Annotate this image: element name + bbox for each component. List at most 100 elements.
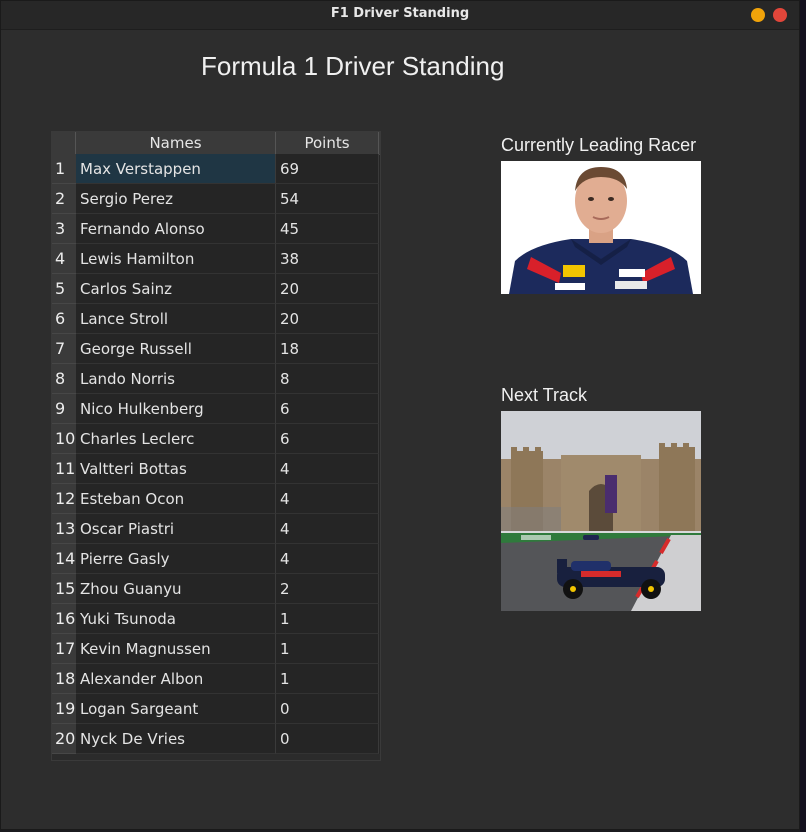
points-cell[interactable]: 1 <box>276 634 379 664</box>
race-track-image <box>501 411 701 611</box>
driver-name-cell[interactable]: Nyck De Vries <box>76 724 276 754</box>
table-body: 1 Max Verstappen 69 2 Sergio Perez 54 3 Fernand… <box>52 154 380 754</box>
driver-name-cell[interactable]: Sergio Perez <box>76 184 276 214</box>
points-cell[interactable]: 6 <box>276 394 379 424</box>
standings-table[interactable]: Names Points 1 Max Verstappen 69 2 Sergio Pe… <box>51 131 381 761</box>
points-cell[interactable]: 6 <box>276 424 379 454</box>
row-header[interactable]: 19 <box>52 694 76 724</box>
table-header: Names Points <box>52 132 380 155</box>
desktop-background <box>800 0 806 832</box>
table-row[interactable]: 18 Alexander Albon 1 <box>52 664 380 694</box>
points-cell[interactable]: 8 <box>276 364 379 394</box>
table-row[interactable]: 7 George Russell 18 <box>52 334 380 364</box>
driver-name-cell[interactable]: Fernando Alonso <box>76 214 276 244</box>
table-row[interactable]: 14 Pierre Gasly 4 <box>52 544 380 574</box>
points-cell[interactable]: 1 <box>276 664 379 694</box>
table-row[interactable]: 17 Kevin Magnussen 1 <box>52 634 380 664</box>
points-cell[interactable]: 54 <box>276 184 379 214</box>
driver-name-cell[interactable]: Zhou Guanyu <box>76 574 276 604</box>
driver-name-cell[interactable]: Lando Norris <box>76 364 276 394</box>
row-header[interactable]: 12 <box>52 484 76 514</box>
driver-name-cell[interactable]: Alexander Albon <box>76 664 276 694</box>
minimize-button[interactable] <box>751 8 765 22</box>
points-cell[interactable]: 0 <box>276 694 379 724</box>
points-cell[interactable]: 69 <box>276 154 379 184</box>
row-header[interactable]: 18 <box>52 664 76 694</box>
row-header[interactable]: 5 <box>52 274 76 304</box>
points-cell[interactable]: 20 <box>276 304 379 334</box>
window-title: F1 Driver Standing <box>330 6 470 21</box>
row-header[interactable]: 7 <box>52 334 76 364</box>
row-header[interactable]: 4 <box>52 244 76 274</box>
driver-name-cell[interactable]: Logan Sargeant <box>76 694 276 724</box>
points-cell[interactable]: 0 <box>276 724 379 754</box>
driver-name-cell[interactable]: Valtteri Bottas <box>76 454 276 484</box>
row-header[interactable]: 20 <box>52 724 76 754</box>
row-header[interactable]: 9 <box>52 394 76 424</box>
row-header[interactable]: 11 <box>52 454 76 484</box>
table-row[interactable]: 13 Oscar Piastri 4 <box>52 514 380 544</box>
leader-photo <box>501 161 701 294</box>
row-header[interactable]: 16 <box>52 604 76 634</box>
table-row[interactable]: 4 Lewis Hamilton 38 <box>52 244 380 274</box>
table-footer <box>52 754 380 760</box>
driver-name-cell[interactable]: Lance Stroll <box>76 304 276 334</box>
row-header[interactable]: 2 <box>52 184 76 214</box>
app-window: F1 Driver Standing Formula 1 Driver Stan… <box>0 0 800 830</box>
driver-name-cell[interactable]: Pierre Gasly <box>76 544 276 574</box>
table-row[interactable]: 3 Fernando Alonso 45 <box>52 214 380 244</box>
row-header[interactable]: 3 <box>52 214 76 244</box>
next-track-photo <box>501 411 701 611</box>
driver-name-cell[interactable]: Charles Leclerc <box>76 424 276 454</box>
table-row[interactable]: 16 Yuki Tsunoda 1 <box>52 604 380 634</box>
close-button[interactable] <box>773 8 787 22</box>
table-row[interactable]: 15 Zhou Guanyu 2 <box>52 574 380 604</box>
points-cell[interactable]: 20 <box>276 274 379 304</box>
row-header[interactable]: 17 <box>52 634 76 664</box>
points-cell[interactable]: 38 <box>276 244 379 274</box>
column-header-names[interactable]: Names <box>76 132 276 154</box>
table-row[interactable]: 1 Max Verstappen 69 <box>52 154 380 184</box>
table-row[interactable]: 8 Lando Norris 8 <box>52 364 380 394</box>
column-header-points[interactable]: Points <box>276 132 379 154</box>
table-row[interactable]: 9 Nico Hulkenberg 6 <box>52 394 380 424</box>
racer-portrait-image <box>501 161 701 294</box>
table-row[interactable]: 11 Valtteri Bottas 4 <box>52 454 380 484</box>
table-corner-button[interactable] <box>52 132 76 154</box>
page-title: Formula 1 Driver Standing <box>201 51 505 81</box>
points-cell[interactable]: 45 <box>276 214 379 244</box>
table-row[interactable]: 6 Lance Stroll 20 <box>52 304 380 334</box>
driver-name-cell[interactable]: Oscar Piastri <box>76 514 276 544</box>
table-row[interactable]: 2 Sergio Perez 54 <box>52 184 380 214</box>
driver-name-cell[interactable]: Lewis Hamilton <box>76 244 276 274</box>
table-row[interactable]: 12 Esteban Ocon 4 <box>52 484 380 514</box>
driver-name-cell[interactable]: Max Verstappen <box>76 154 276 184</box>
row-header[interactable]: 14 <box>52 544 76 574</box>
points-cell[interactable]: 4 <box>276 514 379 544</box>
row-header[interactable]: 8 <box>52 364 76 394</box>
points-cell[interactable]: 4 <box>276 484 379 514</box>
row-header[interactable]: 6 <box>52 304 76 334</box>
row-header[interactable]: 1 <box>52 154 76 184</box>
driver-name-cell[interactable]: Yuki Tsunoda <box>76 604 276 634</box>
points-cell[interactable]: 4 <box>276 454 379 484</box>
table-row[interactable]: 19 Logan Sargeant 0 <box>52 694 380 724</box>
points-cell[interactable]: 1 <box>276 604 379 634</box>
driver-name-cell[interactable]: Carlos Sainz <box>76 274 276 304</box>
title-bar[interactable]: F1 Driver Standing <box>1 1 799 30</box>
driver-name-cell[interactable]: Nico Hulkenberg <box>76 394 276 424</box>
points-cell[interactable]: 2 <box>276 574 379 604</box>
next-track-label: Next Track <box>501 385 588 405</box>
row-header[interactable]: 10 <box>52 424 76 454</box>
table-row[interactable]: 20 Nyck De Vries 0 <box>52 724 380 754</box>
row-header[interactable]: 15 <box>52 574 76 604</box>
row-header[interactable]: 13 <box>52 514 76 544</box>
points-cell[interactable]: 18 <box>276 334 379 364</box>
table-row[interactable]: 5 Carlos Sainz 20 <box>52 274 380 304</box>
table-row[interactable]: 10 Charles Leclerc 6 <box>52 424 380 454</box>
driver-name-cell[interactable]: Esteban Ocon <box>76 484 276 514</box>
driver-name-cell[interactable]: George Russell <box>76 334 276 364</box>
leader-label: Currently Leading Racer <box>501 135 697 155</box>
driver-name-cell[interactable]: Kevin Magnussen <box>76 634 276 664</box>
points-cell[interactable]: 4 <box>276 544 379 574</box>
